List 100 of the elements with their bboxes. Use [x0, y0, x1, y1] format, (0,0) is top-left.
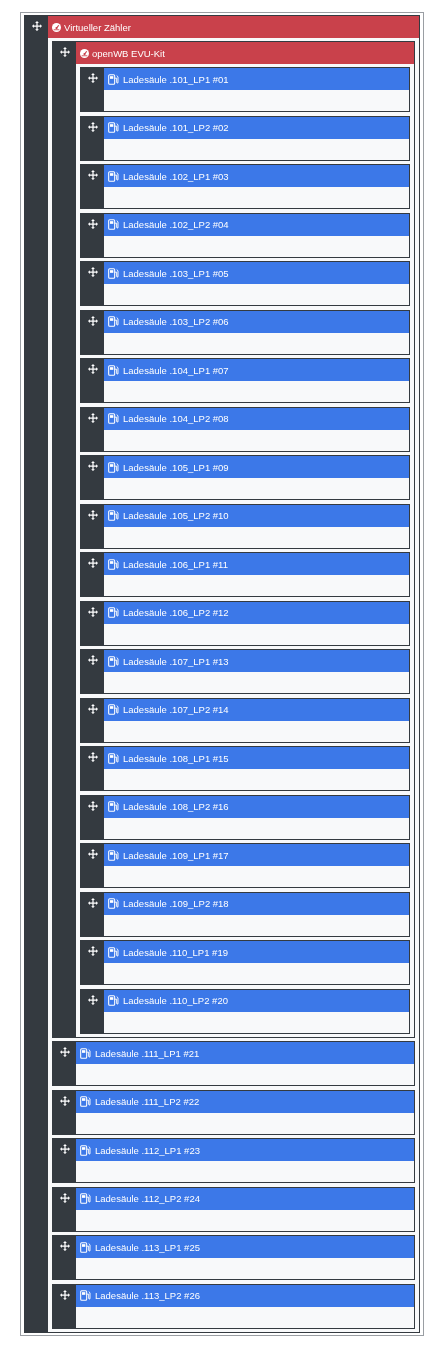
move-icon	[87, 752, 98, 762]
charging-station-icon	[108, 752, 120, 764]
node-title: openWB EVU-Kit	[92, 47, 165, 59]
charging-station-icon	[80, 1047, 92, 1059]
node-title: Ladesäule .113_LP1 #25	[95, 1241, 200, 1253]
move-icon	[59, 1192, 70, 1203]
node-title: Ladesäule .111_LP1 #21	[95, 1047, 200, 1059]
node-title: Ladesäule .105_LP2 #10	[123, 510, 229, 521]
charging-station-icon	[108, 995, 120, 1006]
move-icon	[87, 412, 98, 423]
charging-station-icon	[108, 704, 120, 715]
move-icon	[87, 897, 98, 908]
move-icon	[87, 994, 98, 1005]
move-icon	[59, 1144, 70, 1154]
move-icon	[87, 461, 98, 471]
node-title: Ladesäule .108_LP2 #16	[123, 801, 229, 812]
node-title: Ladesäule .111_LP2 #22	[95, 1096, 200, 1107]
move-icon	[87, 703, 98, 714]
charging-station-icon	[108, 655, 120, 667]
move-icon	[59, 1241, 70, 1251]
node-header[interactable]: Ladesäule .106_LP1 #11	[104, 553, 409, 575]
move-icon	[59, 1047, 70, 1057]
charging-station-icon	[80, 1241, 92, 1253]
move-icon	[31, 21, 42, 31]
charging-station-icon	[108, 607, 120, 618]
charging-station-icon	[108, 461, 120, 473]
move-icon	[87, 606, 98, 617]
gauge-icon	[80, 48, 89, 58]
node-title: Ladesäule .107_LP2 #14	[123, 704, 229, 715]
node-title: Ladesäule .105_LP1 #09	[123, 461, 229, 473]
node-title: Ladesäule .102_LP1 #03	[123, 170, 229, 182]
node-title: Ladesäule .102_LP2 #04	[123, 219, 229, 230]
node-title: Ladesäule .110_LP1 #19	[123, 946, 228, 958]
charging-station-icon	[108, 170, 120, 182]
move-icon	[87, 73, 98, 83]
charging-station-icon	[80, 1290, 92, 1301]
move-icon	[87, 558, 98, 568]
node-title: Ladesäule .101_LP1 #01	[123, 73, 229, 85]
node-header[interactable]: Ladesäule .102_LP2 #04	[104, 213, 409, 236]
node-header[interactable]: Ladesäule .105_LP2 #10	[104, 504, 409, 527]
charging-station-icon	[108, 849, 120, 861]
move-icon	[87, 315, 98, 326]
charging-station-icon	[80, 1096, 92, 1107]
move-icon	[87, 218, 98, 229]
node-header[interactable]: Ladesäule .108_LP2 #16	[104, 795, 409, 818]
node-header[interactable]: Ladesäule .107_LP2 #14	[104, 698, 409, 721]
node-header[interactable]: Ladesäule .106_LP2 #12	[104, 601, 409, 624]
node-header[interactable]: Ladesäule .112_LP2 #24	[76, 1187, 414, 1210]
charging-station-icon	[80, 1193, 92, 1204]
node-title: Ladesäule .101_LP2 #02	[123, 122, 229, 133]
charging-station-icon	[80, 1144, 92, 1156]
node-header[interactable]: Ladesäule .103_LP2 #06	[104, 310, 409, 333]
node-title: Ladesäule .113_LP2 #26	[95, 1290, 200, 1301]
node-title: Ladesäule .112_LP1 #23	[95, 1144, 200, 1156]
node-title: Ladesäule .106_LP1 #11	[123, 558, 228, 570]
node-title: Ladesäule .107_LP1 #13	[123, 655, 229, 667]
move-icon	[87, 849, 98, 859]
node-header[interactable]: Ladesäule .109_LP1 #17	[104, 844, 409, 866]
node-header[interactable]: Ladesäule .110_LP2 #20	[104, 989, 409, 1012]
node-title: Ladesäule .106_LP2 #12	[123, 607, 229, 618]
node-header[interactable]: Ladesäule .101_LP1 #01	[104, 68, 409, 90]
node-header[interactable]: Ladesäule .113_LP1 #25	[76, 1236, 414, 1258]
charging-station-icon	[108, 898, 120, 909]
move-icon	[87, 364, 98, 374]
node-header[interactable]: Ladesäule .105_LP1 #09	[104, 456, 409, 478]
node-title: Virtueller Zähler	[64, 21, 131, 33]
charging-station-icon	[108, 316, 120, 327]
charging-station-icon	[108, 510, 120, 521]
node-header[interactable]: openWB EVU-Kit	[76, 42, 414, 64]
gauge-icon	[52, 22, 61, 32]
node-title: Ladesäule .104_LP2 #08	[123, 413, 229, 424]
move-icon	[59, 47, 70, 57]
node-header[interactable]: Ladesäule .104_LP2 #08	[104, 407, 409, 430]
charging-station-icon	[108, 267, 120, 279]
node-title: Ladesäule .110_LP2 #20	[123, 995, 228, 1006]
node-header[interactable]: Ladesäule .101_LP2 #02	[104, 116, 409, 139]
node-header[interactable]: Ladesäule .102_LP1 #03	[104, 165, 409, 187]
charging-station-icon	[108, 219, 120, 230]
move-icon	[87, 655, 98, 665]
node-header[interactable]: Ladesäule .113_LP2 #26	[76, 1284, 414, 1307]
move-icon	[87, 800, 98, 811]
move-icon	[87, 267, 98, 277]
node-title: Ladesäule .104_LP1 #07	[123, 364, 229, 376]
move-icon	[87, 170, 98, 180]
node-header[interactable]: Ladesäule .110_LP1 #19	[104, 941, 409, 963]
node-header[interactable]: Ladesäule .111_LP2 #22	[76, 1090, 414, 1113]
node-title: Ladesäule .109_LP2 #18	[123, 898, 229, 909]
node-title: Ladesäule .103_LP2 #06	[123, 316, 229, 327]
charging-station-icon	[108, 73, 120, 85]
node-header[interactable]: Ladesäule .108_LP1 #15	[104, 747, 409, 769]
charging-station-icon	[108, 413, 120, 424]
node-header[interactable]: Ladesäule .112_LP1 #23	[76, 1139, 414, 1161]
node-header[interactable]: Virtueller Zähler	[48, 16, 419, 38]
node-header[interactable]: Ladesäule .107_LP1 #13	[104, 650, 409, 672]
node-header[interactable]: Ladesäule .109_LP2 #18	[104, 892, 409, 915]
charging-station-icon	[108, 801, 120, 812]
node-header[interactable]: Ladesäule .104_LP1 #07	[104, 359, 409, 381]
node-title: Ladesäule .112_LP2 #24	[95, 1193, 200, 1204]
node-header[interactable]: Ladesäule .103_LP1 #05	[104, 262, 409, 284]
node-header[interactable]: Ladesäule .111_LP1 #21	[76, 1042, 414, 1064]
